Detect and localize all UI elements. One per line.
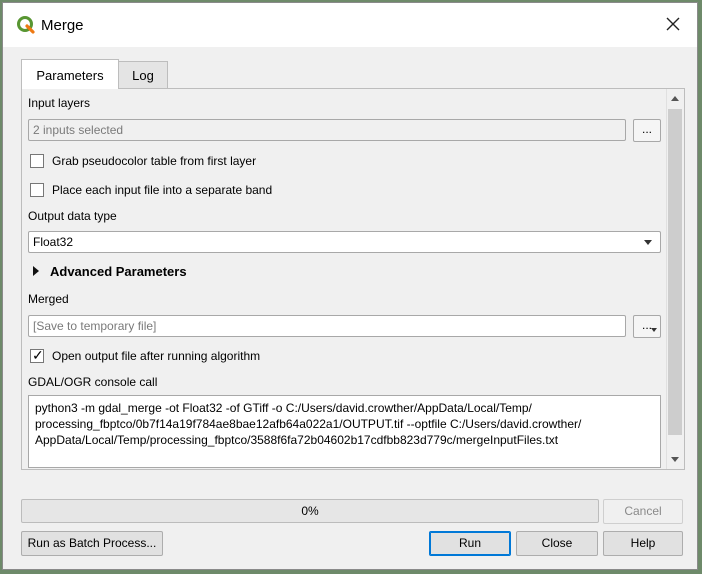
- title-bar: Merge: [3, 3, 697, 47]
- console-label: GDAL/OGR console call: [28, 375, 158, 389]
- panel-scrollbar[interactable]: [666, 89, 684, 469]
- tab-parameters[interactable]: Parameters: [21, 59, 119, 89]
- window-title: Merge: [41, 17, 84, 34]
- scroll-up-icon[interactable]: [671, 96, 679, 101]
- input-layers-field[interactable]: 2 inputs selected: [28, 119, 626, 141]
- input-layers-browse-button[interactable]: ...: [633, 119, 661, 142]
- parameters-panel: Input layers 2 inputs selected ... Grab …: [21, 88, 685, 470]
- grab-pseudocolor-label: Grab pseudocolor table from first layer: [52, 154, 257, 168]
- help-button[interactable]: Help: [603, 531, 683, 556]
- progress-text: 0%: [301, 504, 319, 518]
- open-output-checkbox[interactable]: ✓: [30, 347, 44, 363]
- output-type-value: Float32: [33, 235, 74, 249]
- dropdown-arrow-icon: [651, 328, 657, 332]
- batch-process-button[interactable]: Run as Batch Process...: [21, 531, 163, 556]
- grab-pseudocolor-checkbox[interactable]: [30, 154, 44, 168]
- merged-output-field[interactable]: [Save to temporary file]: [28, 315, 626, 337]
- merge-dialog: Merge Parameters Log Input layers 2 inpu…: [2, 2, 698, 570]
- input-layers-value: 2 inputs selected: [33, 123, 124, 137]
- separate-band-label: Place each input file into a separate ba…: [52, 183, 273, 197]
- progress-bar: 0%: [21, 499, 599, 523]
- scrollbar-thumb[interactable]: [668, 109, 682, 435]
- checkmark-icon: ✓: [32, 347, 44, 363]
- merged-browse-button[interactable]: ...: [633, 315, 661, 338]
- output-type-label: Output data type: [28, 209, 117, 223]
- cancel-button[interactable]: Cancel: [603, 499, 683, 524]
- tab-parameters-label: Parameters: [36, 68, 104, 83]
- tab-log[interactable]: Log: [118, 61, 168, 89]
- run-button[interactable]: Run: [429, 531, 511, 556]
- chevron-down-icon: [644, 240, 652, 245]
- console-call-text[interactable]: python3 -m gdal_merge -ot Float32 -of GT…: [28, 395, 661, 468]
- merged-output-placeholder: [Save to temporary file]: [33, 319, 157, 333]
- scroll-down-icon[interactable]: [671, 457, 679, 462]
- open-output-label: Open output file after running algorithm: [52, 349, 261, 363]
- separate-band-checkbox[interactable]: [30, 183, 44, 197]
- output-type-select[interactable]: Float32: [28, 231, 661, 253]
- qgis-logo-icon: [17, 16, 35, 34]
- close-icon[interactable]: [663, 14, 683, 34]
- input-layers-label: Input layers: [28, 96, 91, 110]
- close-button[interactable]: Close: [516, 531, 598, 556]
- merged-label: Merged: [28, 292, 69, 306]
- tab-log-label: Log: [132, 68, 154, 83]
- advanced-parameters-label[interactable]: Advanced Parameters: [50, 264, 187, 279]
- expand-arrow-icon[interactable]: [32, 266, 40, 276]
